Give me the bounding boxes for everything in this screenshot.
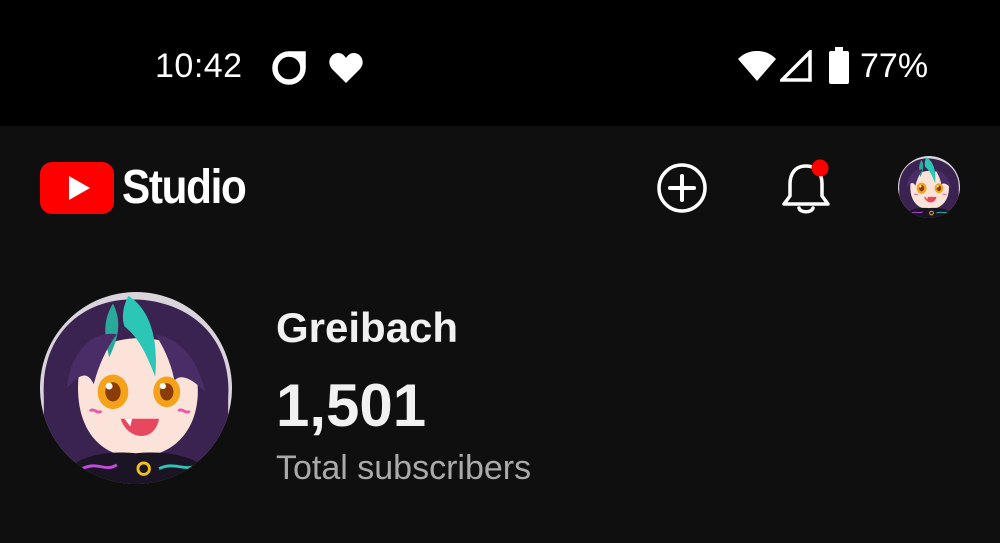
heart-icon xyxy=(329,53,363,83)
status-time: 10:42 xyxy=(155,47,243,85)
youtube-play-icon xyxy=(40,162,114,214)
app-bar: Studio xyxy=(0,126,1000,250)
channel-name: Greibach xyxy=(276,304,459,351)
channel-summary: Greibach 1,501 Total subscribers xyxy=(0,250,1000,543)
create-button[interactable] xyxy=(650,156,714,220)
cell-signal-icon xyxy=(780,50,812,82)
wifi-icon xyxy=(738,51,776,81)
logo-text: Studio xyxy=(122,161,247,214)
youtube-studio-logo[interactable]: Studio xyxy=(40,162,262,214)
avatar-image xyxy=(40,292,232,484)
notification-dot xyxy=(811,159,829,177)
circle-status-icon xyxy=(272,51,306,85)
youtube-studio-screen: 10:42 77% Studio Greibach 1,501 Total su… xyxy=(0,0,1000,543)
subscriber-count: 1,501 xyxy=(276,372,427,439)
account-avatar[interactable] xyxy=(898,156,960,218)
add-circle-icon xyxy=(657,163,707,213)
notifications-button[interactable] xyxy=(774,156,838,220)
status-bar: 10:42 77% xyxy=(0,0,1000,126)
channel-avatar[interactable] xyxy=(40,292,232,484)
subscriber-label: Total subscribers xyxy=(276,449,532,487)
battery-percentage: 77% xyxy=(860,47,929,85)
battery-icon xyxy=(829,47,849,84)
bell-icon xyxy=(782,159,830,214)
avatar-image xyxy=(898,156,960,218)
